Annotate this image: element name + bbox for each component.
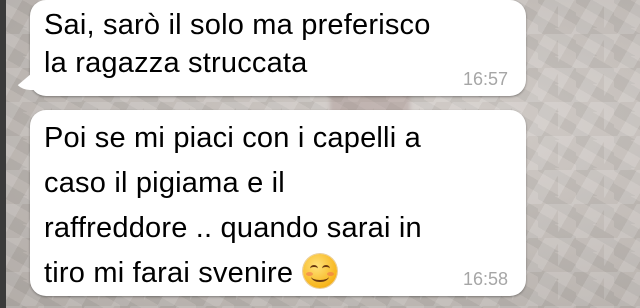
message-bubble-1[interactable]: Sai, sarò il solo ma preferisco la ragaz… [30,0,526,96]
message-text-2-body: Poi se mi piaci con i capelli a caso il … [44,122,422,289]
message-text-1: Sai, sarò il solo ma preferisco la ragaz… [44,9,431,79]
message-time-2: 16:58 [462,269,508,289]
message-time-1: 16:57 [462,69,508,89]
message-text-2: Poi se mi piaci con i capelli a caso il … [44,116,512,296]
smiling-face-icon [303,254,338,288]
message-bubble-2[interactable]: Poi se mi piaci con i capelli a caso il … [30,110,526,296]
